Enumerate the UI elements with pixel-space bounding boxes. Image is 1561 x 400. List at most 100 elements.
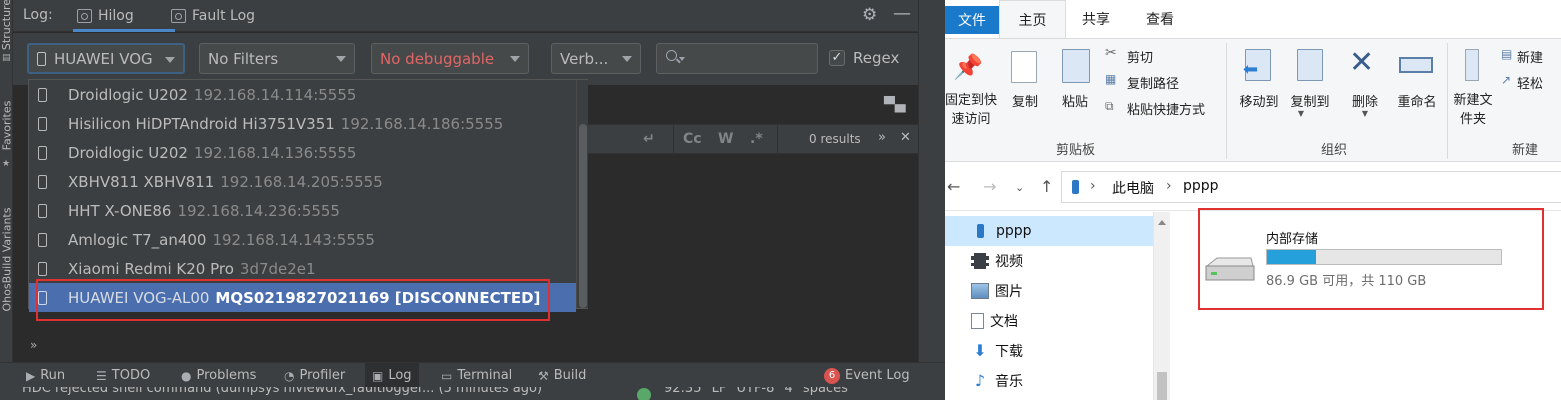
device-option[interactable]: Amlogic T7_an400 192.168.14.143:5555 bbox=[29, 225, 576, 254]
delete-button[interactable]: 删除 bbox=[1343, 91, 1387, 110]
tool-tab-log[interactable]: ▣ Log bbox=[365, 363, 419, 388]
results-count: 0 results bbox=[809, 132, 861, 146]
navigation-scrollbar[interactable] bbox=[1153, 212, 1170, 400]
regex-label: Regex bbox=[853, 49, 900, 67]
breadcrumb-pppp[interactable]: pppp bbox=[1183, 178, 1219, 194]
ribbon-tab-home[interactable]: 主页 bbox=[999, 0, 1066, 38]
device-option[interactable]: Hisilicon HiDPTAndroid Hi3751V351 192.168… bbox=[29, 109, 576, 138]
filter-select[interactable]: No Filters bbox=[199, 43, 355, 74]
tool-tab-profiler[interactable]: ◔ Profiler bbox=[284, 363, 345, 388]
regex-toggle[interactable]: .* bbox=[750, 131, 763, 147]
cut-button[interactable]: 剪切 bbox=[1127, 47, 1153, 66]
close-icon[interactable]: ✕ bbox=[900, 130, 911, 145]
line-ending[interactable]: LF bbox=[712, 387, 727, 396]
forward-icon[interactable]: → bbox=[983, 177, 996, 196]
regex-checkbox[interactable]: ✓ bbox=[829, 50, 845, 66]
copy-to-button[interactable]: 复制到 bbox=[1284, 91, 1336, 110]
drive-internal-storage[interactable]: 内部存储 86.9 GB 可用，共 110 GB bbox=[1171, 212, 1561, 312]
scrollbar-thumb[interactable] bbox=[1157, 372, 1167, 400]
ribbon-tabs: 文件 主页 共享 查看 bbox=[945, 0, 1561, 38]
file-encoding[interactable]: UTF-8 bbox=[736, 387, 774, 396]
more-tools-icon[interactable]: » bbox=[30, 338, 37, 352]
paste-icon bbox=[1062, 49, 1090, 83]
easy-access-button[interactable]: 轻松 bbox=[1517, 73, 1543, 92]
nav-item-videos[interactable]: 视频 bbox=[945, 246, 1153, 276]
device-select[interactable]: HUAWEI VOG bbox=[27, 43, 185, 74]
breadcrumb-separator-icon[interactable]: › bbox=[1090, 178, 1096, 194]
ribbon-tab-view[interactable]: 查看 bbox=[1131, 0, 1189, 38]
tool-tab-terminal[interactable]: ▭ Terminal bbox=[441, 363, 512, 388]
device-option[interactable]: Droidlogic U202 192.168.14.136:5555 bbox=[29, 138, 576, 167]
up-icon[interactable]: ↑ bbox=[1040, 177, 1053, 196]
whole-words-toggle[interactable]: W bbox=[718, 131, 733, 147]
find-bar: ↵ Cc W .* 0 results » ✕ bbox=[587, 124, 918, 155]
match-case-toggle[interactable]: Cc bbox=[683, 131, 702, 147]
back-icon[interactable]: ← bbox=[947, 177, 960, 196]
nav-item-pppp[interactable]: pppp bbox=[945, 216, 1153, 246]
tool-tab-terminal-label: Terminal bbox=[457, 368, 513, 383]
device-option-name: Droidlogic U202 bbox=[68, 85, 188, 104]
log-level-select[interactable]: Verb... bbox=[551, 43, 641, 74]
nav-item-documents[interactable]: 文档 bbox=[945, 306, 1153, 336]
paste-button[interactable]: 粘贴 bbox=[1057, 91, 1093, 110]
minimize-icon[interactable]: — bbox=[893, 3, 911, 24]
breadcrumb-this-pc[interactable]: 此电脑 bbox=[1112, 178, 1154, 198]
debuggable-select[interactable]: No debuggable bbox=[371, 43, 529, 74]
indent-setting[interactable]: 4 spaces bbox=[785, 387, 848, 396]
tab-hilog[interactable]: Hilog bbox=[73, 0, 175, 32]
filter-select-value: No Filters bbox=[208, 49, 279, 68]
layout-icon[interactable]: ▀▄ bbox=[884, 97, 906, 113]
address-field[interactable]: › 此电脑 › pppp bbox=[1061, 171, 1561, 203]
breadcrumb-separator-icon[interactable]: › bbox=[1166, 178, 1172, 194]
pin-to-quick-access-button[interactable]: 固定到快速访问 bbox=[945, 91, 997, 129]
chevron-up-icon[interactable] bbox=[1158, 220, 1166, 225]
side-tab-favorites[interactable]: Favorites bbox=[0, 92, 13, 158]
terminal-icon: ▭ bbox=[441, 368, 453, 383]
nav-item-pictures[interactable]: 图片 bbox=[945, 276, 1153, 306]
wrap-icon[interactable]: ↵ bbox=[643, 131, 655, 147]
gear-icon[interactable]: ⚙ bbox=[862, 5, 877, 25]
double-chevron-right-icon[interactable]: » bbox=[878, 130, 886, 145]
tab-fault-log-label: Fault Log bbox=[192, 8, 256, 24]
ribbon-tab-share[interactable]: 共享 bbox=[1067, 0, 1125, 38]
copy-button[interactable]: 复制 bbox=[1007, 91, 1043, 110]
device-option[interactable]: Droidlogic U202 192.168.14.114:5555 bbox=[29, 80, 576, 109]
drive-name: 内部存储 bbox=[1266, 232, 1319, 247]
nav-item-downloads[interactable]: ⬇ 下载 bbox=[945, 336, 1153, 366]
device-list-scrollbar[interactable] bbox=[576, 80, 588, 308]
device-option-name: Xiaomi Redmi K20 Pro bbox=[68, 259, 234, 278]
ribbon-tab-file[interactable]: 文件 bbox=[945, 6, 999, 34]
scrollbar-thumb[interactable] bbox=[579, 124, 587, 308]
nav-item-label: 视频 bbox=[995, 254, 1023, 270]
status-message[interactable]: HDC rejected shell command (dumpsys hivi… bbox=[22, 387, 542, 396]
tool-tab-build[interactable]: ⚒ Build bbox=[538, 363, 586, 388]
nav-item-label: 文档 bbox=[990, 314, 1018, 330]
search-history-icon[interactable] bbox=[679, 57, 685, 61]
device-option[interactable]: Xiaomi Redmi K20 Pro 3d7de2e1 bbox=[29, 254, 576, 283]
file-explorer-window: 文件 主页 共享 查看 📌 固定到快速访问 复制 粘贴 ✂ 剪切 ▦ 复制路径 … bbox=[945, 0, 1561, 400]
recent-locations-icon[interactable]: ⌄ bbox=[1015, 181, 1024, 194]
tool-tab-run[interactable]: ▶ Run bbox=[26, 363, 65, 388]
tool-tab-log-label: Log bbox=[388, 368, 412, 383]
device-option[interactable]: XBHV811 XBHV811 192.168.14.205:5555 bbox=[29, 167, 576, 196]
side-tab-build-variants[interactable]: OhosBuild Variants bbox=[0, 196, 13, 322]
tool-tab-problems[interactable]: ● Problems bbox=[181, 363, 256, 388]
new-item-button[interactable]: 新建 bbox=[1517, 47, 1543, 66]
device-option[interactable]: HHT X-ONE86 192.168.14.236:5555 bbox=[29, 196, 576, 225]
tool-tab-event-log[interactable]: 6 Event Log bbox=[824, 363, 910, 388]
chevron-down-icon bbox=[510, 56, 520, 62]
copy-path-button[interactable]: 复制路径 bbox=[1127, 73, 1179, 92]
tool-tab-todo[interactable]: ☰ TODO bbox=[96, 363, 150, 388]
paste-shortcut-button[interactable]: 粘贴快捷方式 bbox=[1127, 99, 1205, 118]
new-folder-button[interactable]: 新建文件夹 bbox=[1451, 91, 1495, 129]
move-to-button[interactable]: 移动到 bbox=[1233, 91, 1285, 110]
caret-position[interactable]: 92:35 bbox=[664, 387, 701, 396]
play-icon: ▶ bbox=[26, 368, 36, 383]
device-option-selected[interactable]: HUAWEI VOG-AL00 MQS0219827021169 [DISCONN… bbox=[29, 283, 576, 312]
rename-button[interactable]: 重命名 bbox=[1391, 91, 1443, 110]
side-tab-structure[interactable]: Structure bbox=[0, 0, 13, 50]
phone-icon bbox=[38, 116, 47, 131]
tab-fault-log[interactable]: Fault Log bbox=[171, 0, 255, 32]
nav-item-music[interactable]: ♪ 音乐 bbox=[945, 366, 1153, 396]
log-search-input[interactable] bbox=[656, 43, 818, 74]
